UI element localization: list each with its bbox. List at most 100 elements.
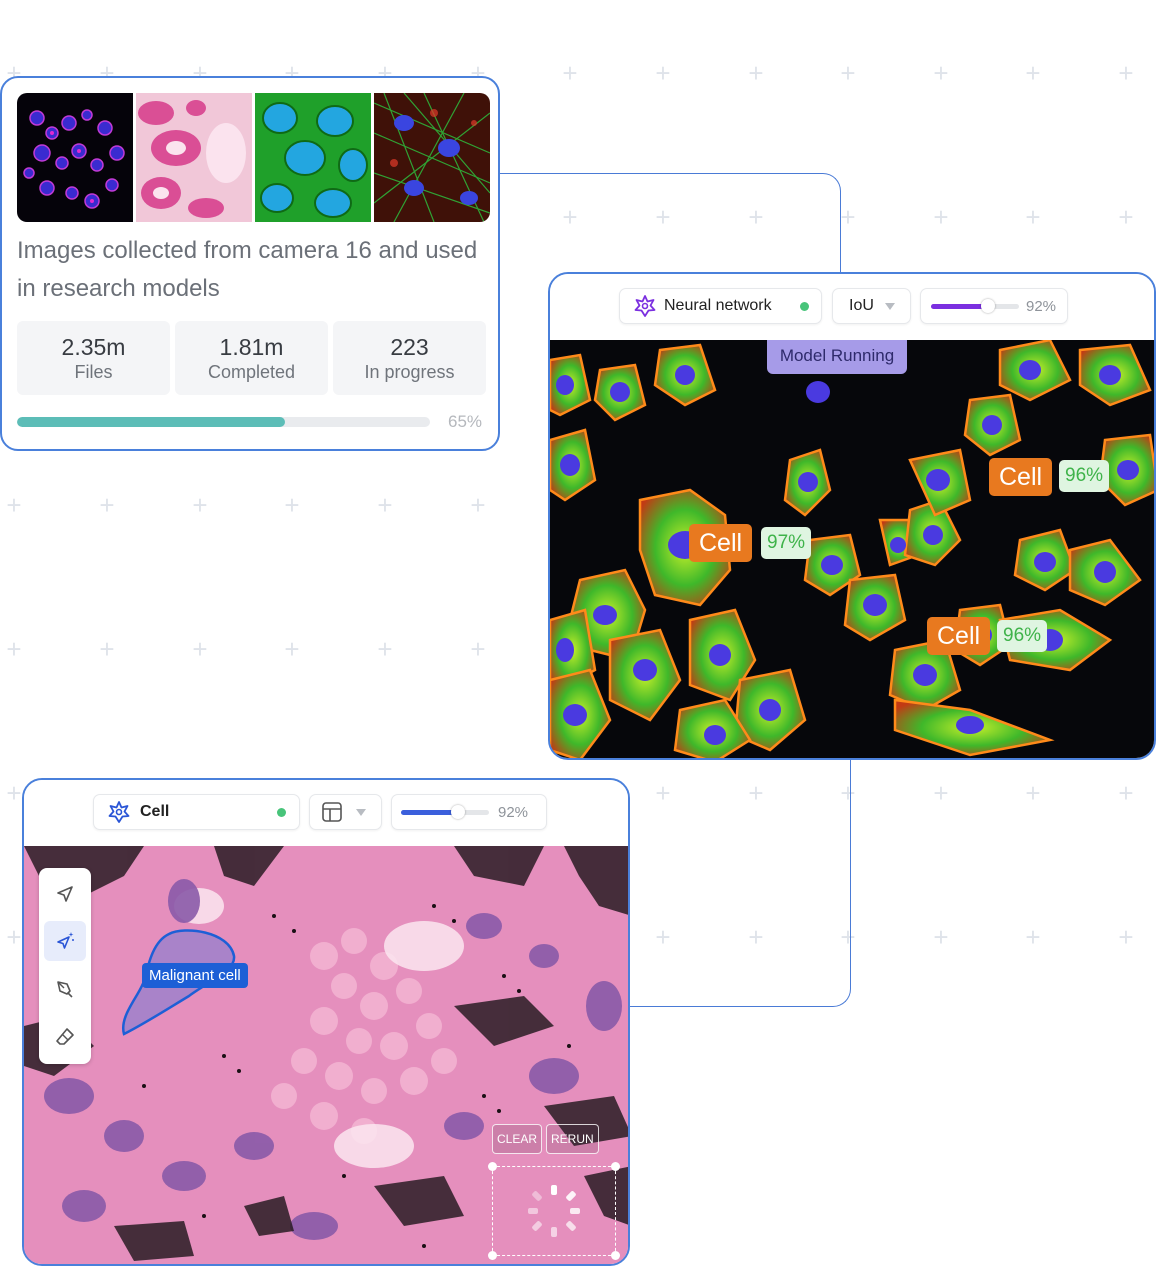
pointer-icon: [57, 886, 73, 902]
slider-knob[interactable]: [451, 805, 466, 819]
plus-mark: +: [99, 634, 115, 664]
sparkle-icon: [634, 295, 656, 317]
resize-handle[interactable]: [488, 1162, 497, 1171]
plus-mark: +: [1025, 922, 1041, 952]
detection-confidence: 96%: [997, 620, 1048, 652]
pen-icon: [57, 981, 73, 998]
plus-mark: +: [6, 778, 22, 808]
detection-label: Cell: [927, 617, 991, 655]
stats-row: 2.35m Files 1.81m Completed 223 In progr…: [17, 321, 486, 395]
plus-mark: +: [470, 490, 486, 520]
tool-pointer[interactable]: [44, 874, 86, 914]
threshold-slider[interactable]: 92%: [391, 794, 547, 830]
thumbnail-strip: [17, 93, 490, 222]
slider-fill: [401, 810, 459, 815]
plus-mark: +: [1118, 778, 1134, 808]
plus-mark: +: [1118, 58, 1134, 88]
microscopy-image[interactable]: Model Running Cell 97% Cell 96% Cell 96%: [550, 340, 1154, 758]
detection-confidence: 96%: [1059, 460, 1110, 492]
plus-mark: +: [470, 634, 486, 664]
cell-annotation-card: Cell 92% Malignant cell CLEAR RERUN: [22, 778, 630, 1266]
magic-pointer-icon: [57, 932, 74, 949]
annotation-label: Malignant cell: [142, 963, 248, 988]
image-collection-card: Images collected from camera 16 and used…: [0, 76, 500, 451]
plus-mark: +: [99, 490, 115, 520]
metric-selector-label: IoU: [849, 297, 874, 314]
thumbnail-histology-stain[interactable]: [136, 93, 252, 222]
detection-label: Cell: [689, 524, 753, 562]
slider-knob[interactable]: [981, 299, 996, 313]
stat-value: 1.81m: [219, 334, 284, 360]
connector-line: [628, 758, 851, 1007]
class-selector-label: Cell: [140, 803, 170, 820]
progress-fill: [17, 417, 286, 427]
cell-segmentation-image: [550, 340, 1154, 758]
plus-mark: +: [748, 58, 764, 88]
tool-magic-pointer[interactable]: [44, 921, 86, 961]
detection-confidence: 97%: [761, 527, 812, 559]
stat-label: Completed: [207, 362, 296, 382]
stat-in-progress: 223 In progress: [333, 321, 486, 395]
metric-selector[interactable]: IoU: [832, 288, 911, 324]
plus-mark: +: [6, 634, 22, 664]
plus-mark: +: [562, 58, 578, 88]
annotation-tool-rail: [39, 868, 91, 1064]
stat-files: 2.35m Files: [17, 321, 170, 395]
tool-pen[interactable]: [44, 969, 86, 1009]
connector-line: [498, 173, 841, 274]
slider-percent: 92%: [498, 804, 529, 821]
tool-eraser[interactable]: [44, 1017, 86, 1057]
eraser-icon: [56, 1028, 74, 1045]
model-selector[interactable]: Neural network: [619, 288, 822, 324]
plus-mark: +: [840, 202, 856, 232]
stat-value: 223: [390, 334, 429, 360]
plus-mark: +: [284, 490, 300, 520]
resize-handle[interactable]: [611, 1251, 620, 1260]
plus-mark: +: [840, 58, 856, 88]
plus-mark: +: [1118, 922, 1134, 952]
class-selector[interactable]: Cell: [93, 794, 300, 830]
progress-percent: 65%: [448, 412, 483, 431]
sparkle-icon: [108, 801, 130, 823]
plus-mark: +: [1025, 202, 1041, 232]
plus-mark: +: [377, 634, 393, 664]
stat-label: Files: [74, 362, 113, 382]
neural-toolbar: Neural network IoU 92%: [550, 274, 1154, 340]
thumbnail-cytoskeleton[interactable]: [374, 93, 490, 222]
plus-mark: +: [933, 58, 949, 88]
stat-completed: 1.81m Completed: [175, 321, 328, 395]
slider-percent: 92%: [1026, 298, 1057, 315]
histology-image[interactable]: Malignant cell CLEAR RERUN: [24, 846, 628, 1264]
layout-icon: [322, 802, 342, 822]
neural-network-card: Neural network IoU 92% Model Running Cel…: [548, 272, 1156, 760]
plus-mark: +: [933, 778, 949, 808]
plus-mark: +: [1025, 778, 1041, 808]
plus-mark: +: [1118, 202, 1134, 232]
slider-fill: [931, 304, 989, 309]
rerun-button[interactable]: RERUN: [546, 1124, 599, 1154]
resize-handle[interactable]: [611, 1162, 620, 1171]
plus-mark: +: [192, 634, 208, 664]
plus-mark: +: [6, 490, 22, 520]
layout-selector[interactable]: [309, 794, 382, 830]
threshold-slider[interactable]: 92%: [920, 288, 1068, 324]
model-running-badge: Model Running: [767, 340, 907, 374]
plus-mark: +: [192, 490, 208, 520]
plus-mark: +: [284, 634, 300, 664]
plus-mark: +: [6, 922, 22, 952]
plus-mark: +: [1025, 58, 1041, 88]
chevron-down-icon: [356, 809, 366, 816]
cell-toolbar: Cell 92%: [24, 780, 628, 846]
collection-progress-bar: [17, 417, 430, 427]
thumbnail-green-cells[interactable]: [255, 93, 371, 222]
plus-mark: +: [933, 922, 949, 952]
plus-mark: +: [655, 58, 671, 88]
detection-label: Cell: [989, 458, 1053, 496]
thumbnail-fluorescent-nuclei[interactable]: [17, 93, 133, 222]
clear-button[interactable]: CLEAR: [492, 1124, 543, 1154]
status-dot: [277, 808, 286, 817]
selection-box[interactable]: [488, 1162, 620, 1260]
plus-mark: +: [377, 490, 393, 520]
resize-handle[interactable]: [488, 1251, 497, 1260]
loading-spinner-icon: [528, 1185, 580, 1237]
